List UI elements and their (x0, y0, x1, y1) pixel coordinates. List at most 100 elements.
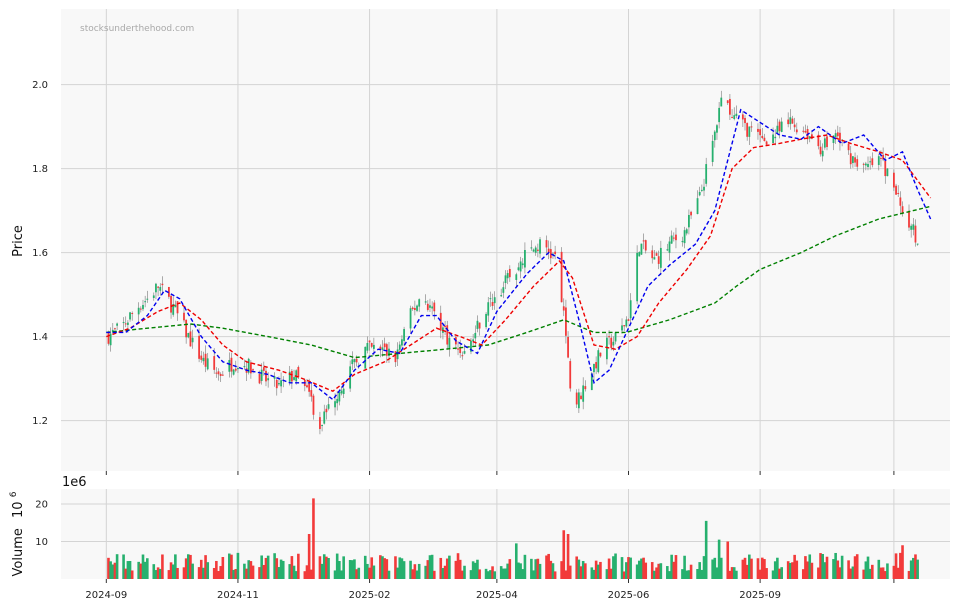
candle-body (681, 240, 684, 243)
candle-body (368, 340, 371, 343)
candle-body (200, 355, 203, 360)
volume-bar (840, 555, 844, 579)
volume-bar (750, 558, 753, 579)
y-tick-label: 1.2 (32, 416, 48, 427)
volume-bar (176, 567, 179, 579)
candle-body (152, 295, 155, 298)
volume-bar (478, 569, 481, 579)
candle-body (897, 192, 900, 194)
candle-body (228, 359, 231, 372)
candle-body (383, 343, 386, 348)
candle-body (183, 312, 185, 321)
volume-bar (674, 555, 678, 579)
volume-panel: 1e6 10 20 Volume 10 6 (9, 475, 950, 579)
candle-body (327, 404, 330, 409)
x-tick-label: 2025-02 (349, 590, 391, 601)
candle-body (690, 211, 692, 216)
candle-body (185, 319, 188, 338)
candle-body (278, 383, 280, 385)
candle-body (230, 357, 233, 372)
candle-body (137, 307, 140, 315)
candle-body (116, 323, 119, 326)
candle-body (370, 342, 373, 347)
candle-body (409, 308, 412, 329)
candle-body (524, 250, 526, 268)
candle-body (493, 297, 496, 304)
candle-body (416, 305, 418, 311)
candle-body (821, 150, 824, 157)
x-tick-label: 2025-06 (608, 590, 650, 601)
volume-bar (584, 563, 587, 579)
candle-body (306, 385, 308, 388)
candle-body (610, 337, 613, 348)
candle-body (155, 283, 157, 293)
candle-body (688, 214, 690, 228)
stock-chart: 1.2 1.4 1.6 1.8 2.0 stocksunderthehood.com P… (9, 9, 950, 601)
volume-bar (372, 565, 376, 579)
candle-body (142, 304, 144, 310)
candle-body (114, 328, 116, 330)
candle-body (144, 301, 147, 303)
candle-body (834, 133, 837, 138)
candle-body (720, 97, 723, 107)
candle-body (262, 367, 265, 371)
candle-body (774, 136, 777, 139)
candle-body (670, 235, 673, 244)
candle-body (129, 312, 131, 320)
price-panel-background (61, 9, 950, 471)
candle-body (698, 191, 701, 196)
candle-body (448, 337, 451, 349)
candle-body (293, 377, 295, 380)
volume-bar (161, 554, 164, 579)
candle-body (856, 159, 859, 167)
candle-body (763, 137, 766, 142)
volume-bar (146, 558, 149, 579)
volume-bar (387, 570, 391, 579)
candle-body (519, 261, 522, 272)
candle-body (655, 253, 658, 256)
candle-body (321, 424, 323, 426)
candle-body (474, 332, 477, 339)
candle-body (625, 319, 628, 327)
candle-body (836, 132, 839, 137)
volume-bar (599, 561, 602, 579)
candle-body (338, 391, 341, 402)
volume-bar (357, 567, 361, 579)
candle-body (802, 130, 805, 132)
candle-body (476, 320, 479, 329)
candle-body (539, 239, 541, 254)
candle-body (444, 325, 446, 328)
price-panel: 1.2 1.4 1.6 1.8 2.0 stocksunderthehood.com P… (11, 9, 950, 471)
candle-body (862, 163, 865, 165)
x-tick-label: 2024-09 (85, 590, 127, 601)
candle-body (787, 119, 790, 125)
candle-body (411, 307, 414, 310)
candle-body (716, 125, 718, 133)
candle-body (696, 198, 699, 214)
volume-bar (463, 565, 466, 579)
volume-bar (916, 559, 919, 579)
candle-body (705, 164, 708, 184)
candle-body (243, 366, 246, 368)
candle-body (895, 185, 897, 195)
candle-body (206, 358, 209, 370)
volume-y-tick-label: 20 (35, 500, 48, 511)
candle-body (463, 351, 466, 354)
candle-body (776, 125, 779, 133)
candle-body (215, 372, 218, 374)
volume-bar (130, 570, 134, 579)
candle-body (640, 243, 643, 255)
candle-body (381, 347, 384, 350)
volume-bar (448, 555, 451, 579)
volume-panel-background (61, 489, 950, 579)
volume-bar (553, 571, 557, 579)
volume-y-axis-label: Volume 10 6 (9, 491, 26, 576)
candle-body (515, 274, 518, 280)
candle-body (892, 172, 895, 188)
candle-body (659, 247, 662, 268)
candle-body (608, 336, 610, 338)
candle-body (700, 189, 703, 191)
price-y-axis-ticks: 1.2 1.4 1.6 1.8 2.0 (32, 80, 48, 427)
candle-body (593, 363, 595, 373)
candle-body (780, 121, 783, 132)
